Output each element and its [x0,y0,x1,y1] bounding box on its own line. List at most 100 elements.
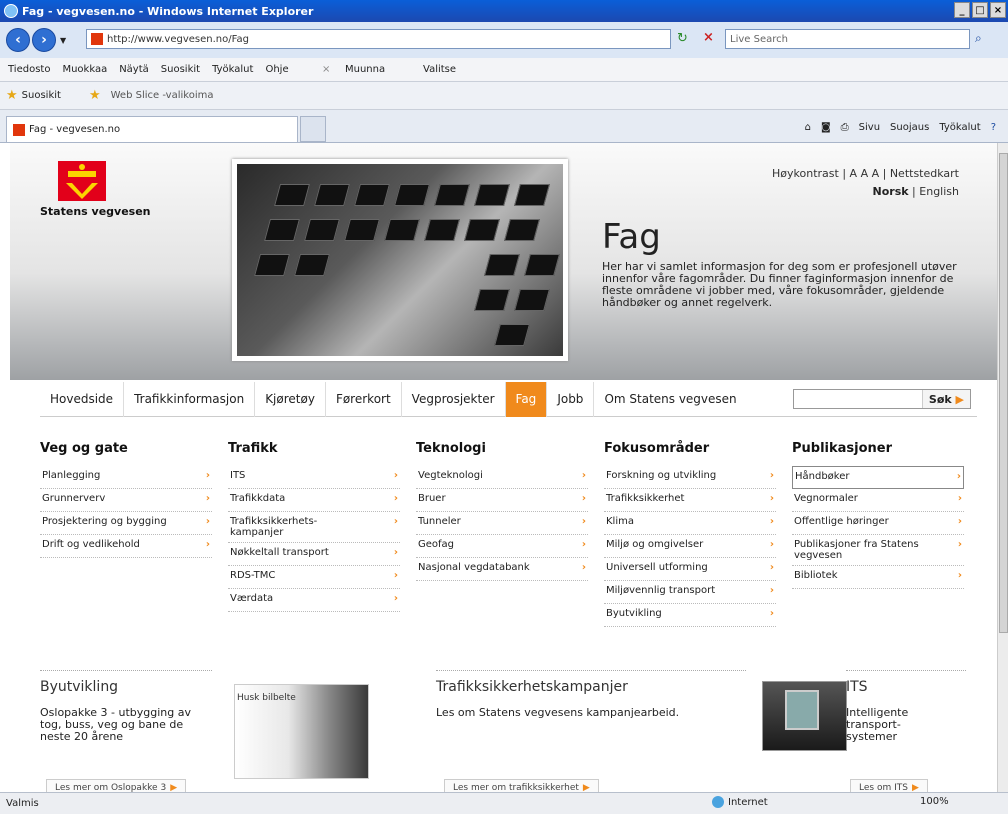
menu-favorites[interactable]: Suosikit [161,64,200,75]
list-item[interactable]: Trafikksikkerhet › [604,489,776,512]
url-input[interactable]: http://www.vegvesen.no/Fag [86,29,671,49]
status-bar: Valmis Internet 100% [0,792,1008,814]
minimize-button[interactable]: _ [954,2,970,18]
list-item[interactable]: Klima › [604,512,776,535]
search-button[interactable]: Søk ▶ [921,390,970,408]
list-item[interactable]: Nøkkeltall transport › [228,543,400,566]
nav-item-forerkort[interactable]: Førerkort [326,381,402,417]
add-favorite-icon[interactable]: ★ [89,88,101,103]
list-item[interactable]: Publikasjoner fra Statens vegvesen › [792,535,964,566]
zoom-level: 100% [920,796,949,807]
zoom-control[interactable]: 100% [920,796,949,807]
search-icon[interactable]: ⌕ [975,31,982,46]
menu-select[interactable]: Valitse [423,64,456,75]
chevron-right-icon: › [393,470,398,481]
feeds-icon[interactable]: ◙ [821,122,831,133]
promo-its: ITS Intelligente transport-systemer [846,670,966,743]
star-icon: ★ [6,88,18,103]
list-item[interactable]: Geofag › [416,535,588,558]
vertical-scrollbar[interactable] [997,143,1008,792]
history-dropdown-icon[interactable]: ▼ [60,36,66,45]
search-input[interactable]: Live Search [725,29,970,49]
close-menu-icon[interactable]: × [322,64,330,75]
nav-item-vegprosjekter[interactable]: Vegprosjekter [402,381,506,417]
search-placeholder: Live Search [730,33,788,45]
text-size-link[interactable]: A A A [850,167,880,180]
list-item[interactable]: Vegteknologi › [416,466,588,489]
menu-view[interactable]: Näytä [119,64,149,75]
maximize-button[interactable]: □ [972,2,988,18]
browser-tab[interactable]: Fag - vegvesen.no [6,116,298,142]
cmd-safety[interactable]: Suojaus [890,122,929,133]
back-button[interactable]: ‹ [6,28,30,52]
home-icon[interactable]: ⌂ [805,122,811,133]
sitemap-link[interactable]: Nettstedkart [890,167,959,180]
list-item[interactable]: Miljø og omgivelser › [604,535,776,558]
list-item[interactable]: Universell utforming › [604,558,776,581]
list-item[interactable]: Nasjonal vegdatabank › [416,558,588,581]
lang-norsk-link[interactable]: Norsk [873,185,909,198]
list-item[interactable]: Grunnerverv › [40,489,212,512]
list-item[interactable]: Drift og vedlikehold › [40,535,212,558]
url-text: http://www.vegvesen.no/Fag [107,33,249,45]
column-title: Trafikk [228,441,278,456]
list-item[interactable]: Prosjektering og bygging › [40,512,212,535]
promo-text: Intelligente transport-systemer [846,706,909,743]
webslice-button[interactable]: Web Slice -valikoima [111,90,214,101]
list-item[interactable]: Planlegging › [40,466,212,489]
its-device-image [762,681,847,751]
list-item[interactable]: Forskning og utvikling › [604,466,776,489]
column-trafikk: Trafikk ITS › Trafikkdata › Trafikksikkerh… [228,441,400,612]
forward-button[interactable]: › [32,28,56,52]
help-icon[interactable]: ? [991,122,996,133]
stop-button[interactable]: × [703,30,714,45]
list-item[interactable]: Håndbøker › [792,466,964,489]
command-bar: ⌂ ◙ ⎙ Sivu Suojaus Työkalut ? [805,122,996,133]
refresh-button[interactable]: ↻ [677,31,688,46]
list-item[interactable]: Tunneler › [416,512,588,535]
promo-kampanjer: Trafikksikkerhetskampanjer Les om Staten… [436,670,746,719]
list-item[interactable]: Offentlige høringer › [792,512,964,535]
menu-tools[interactable]: Työkalut [212,64,253,75]
print-icon[interactable]: ⎙ [841,122,849,133]
tab-title: Fag - vegvesen.no [29,124,121,135]
nav-item-trafikkinformasjon[interactable]: Trafikkinformasjon [124,381,256,417]
nav-item-om[interactable]: Om Statens vegvesen [594,382,746,417]
address-bar: ‹ › ▼ http://www.vegvesen.no/Fag ↻ × Liv… [0,22,1008,58]
list-item[interactable]: Byutvikling › [604,604,776,627]
menu-convert[interactable]: Muunna [345,64,385,75]
nav-item-kjoretoy[interactable]: Kjøretøy [255,381,326,417]
list-item[interactable]: Trafikkdata › [228,489,400,512]
site-favicon-icon [91,33,103,45]
chevron-right-icon: › [769,493,774,504]
les-om-its-button[interactable]: Les om ITS ▶ [850,779,928,792]
promo-text: Oslopakke 3 - utbygging av tog, buss, ve… [40,706,191,743]
menu-help[interactable]: Ohje [265,64,288,75]
list-item[interactable]: RDS-TMC › [228,566,400,589]
list-item[interactable]: Miljøvennlig transport › [604,581,776,604]
list-item[interactable]: Bibliotek › [792,566,964,589]
site-search-input[interactable]: Søk ▶ [793,389,971,409]
les-mer-oslopakke-button[interactable]: Les mer om Oslopakke 3 ▶ [46,779,187,792]
list-item[interactable]: Værdata › [228,589,400,612]
new-tab-button[interactable] [300,116,326,142]
list-item[interactable]: ITS › [228,466,400,489]
close-button[interactable]: × [990,2,1006,18]
nav-item-hovedside[interactable]: Hovedside [40,381,125,417]
favorites-button[interactable]: Suosikit [22,90,61,101]
cmd-page[interactable]: Sivu [859,122,880,133]
column-title: Veg og gate [40,441,128,456]
high-contrast-link[interactable]: Høykontrast [772,167,839,180]
menu-edit[interactable]: Muokkaa [62,64,107,75]
statens-vegvesen-logo[interactable] [58,161,106,201]
les-mer-trafikksikkerhet-button[interactable]: Les mer om trafikksikkerhet ▶ [444,779,599,792]
scrollbar-thumb[interactable] [999,153,1008,633]
cmd-tools[interactable]: Työkalut [939,122,980,133]
menu-file[interactable]: Tiedosto [8,64,50,75]
list-item[interactable]: Bruer › [416,489,588,512]
nav-item-jobb[interactable]: Jobb [547,381,595,417]
list-item[interactable]: Vegnormaler › [792,489,964,512]
lang-english-link[interactable]: English [919,185,959,198]
list-item[interactable]: Trafikksikkerhets-kampanjer › [228,512,400,543]
nav-item-fag[interactable]: Fag [505,381,548,417]
